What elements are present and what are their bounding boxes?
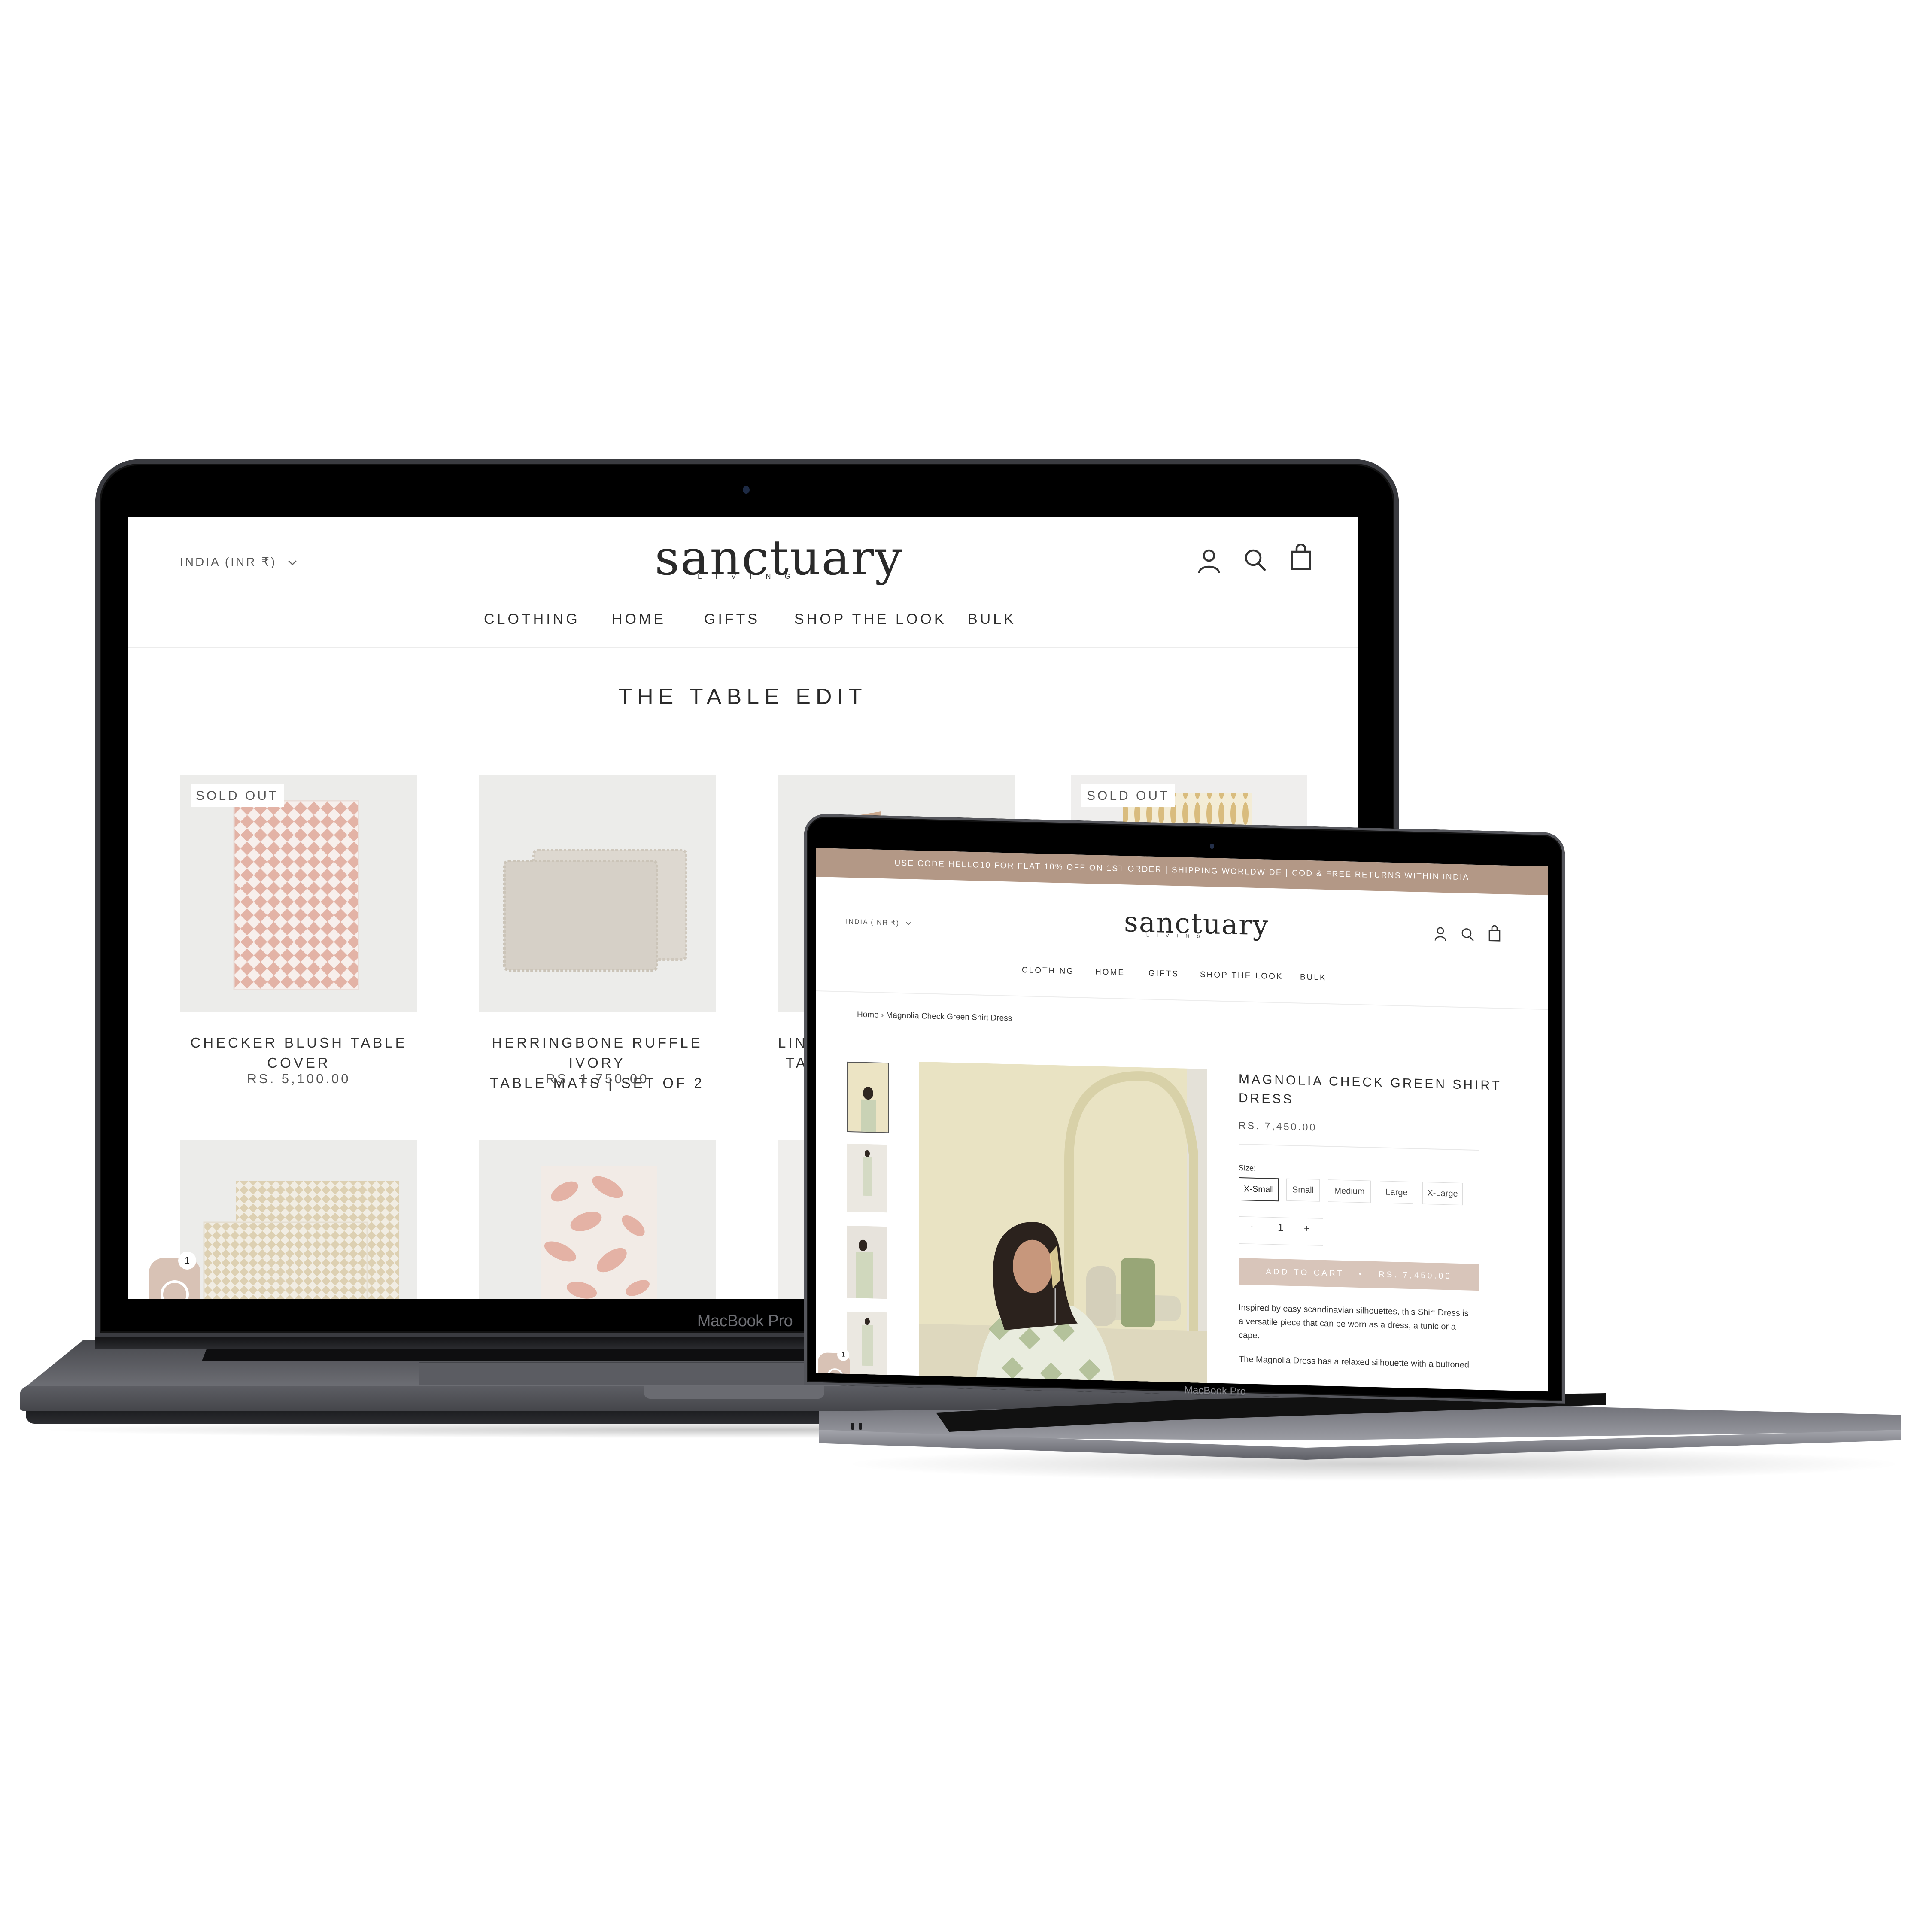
nav-home[interactable]: HOME <box>612 611 666 628</box>
chat-unread-count: 1 <box>837 1349 849 1361</box>
big-laptop-brand-label: MacBook Pro <box>697 1312 793 1330</box>
sold-out-badge: SOLD OUT <box>191 784 284 807</box>
quantity-stepper: − 1 + <box>1239 1216 1323 1246</box>
product-thumbnail[interactable] <box>847 1061 889 1133</box>
size-option-medium[interactable]: Medium <box>1328 1179 1371 1203</box>
product-thumbnail[interactable] <box>847 1225 887 1299</box>
quantity-increase-button[interactable]: + <box>1303 1223 1309 1235</box>
quantity-decrease-button[interactable]: − <box>1250 1221 1256 1233</box>
collection-title: THE TABLE EDIT <box>618 684 867 709</box>
thumbnail-image <box>847 1311 887 1381</box>
breadcrumb: Home › Magnolia Check Green Shirt Dress <box>857 1010 1012 1023</box>
ivory-ruffle-mats-image <box>503 849 687 972</box>
nav-gifts[interactable]: GIFTS <box>1148 969 1179 979</box>
big-laptop-trackpad <box>419 1362 848 1385</box>
currency-selector[interactable]: INDIA (INR ₹) <box>846 917 911 928</box>
cart-icon[interactable] <box>1290 543 1312 573</box>
product-price: RS. 1,750.00 <box>545 1071 649 1086</box>
price-divider <box>1239 1143 1479 1151</box>
currency-label: INDIA (INR ₹) <box>846 918 900 927</box>
model-photo <box>919 1062 1207 1392</box>
account-icon[interactable] <box>1434 926 1447 943</box>
currency-selector[interactable]: INDIA (INR ₹) <box>180 555 297 569</box>
small-laptop-camera <box>1210 844 1214 849</box>
nav-gifts[interactable]: GIFTS <box>704 611 760 628</box>
size-option-xsmall[interactable]: X-Small <box>1239 1177 1279 1202</box>
logo-tagline: LIVING <box>698 572 804 580</box>
currency-label: INDIA (INR ₹) <box>180 555 277 568</box>
product-main-image[interactable] <box>919 1062 1207 1392</box>
nav-shop-the-look[interactable]: SHOP THE LOOK <box>1200 970 1283 982</box>
description-paragraph: Inspired by easy scandinavian silhouette… <box>1239 1303 1469 1341</box>
size-option-xlarge[interactable]: X-Large <box>1422 1182 1463 1206</box>
product-card-image[interactable] <box>180 1140 417 1299</box>
thumbnail-image <box>847 1225 887 1299</box>
usb-c-ports <box>850 1421 863 1430</box>
breadcrumb-separator: › <box>881 1010 884 1020</box>
search-icon[interactable] <box>1461 927 1475 944</box>
product-page-screen: USE CODE HELLO10 FOR FLAT 10% OFF ON 1ST… <box>816 848 1548 1392</box>
big-laptop-notch <box>644 1386 824 1399</box>
header-divider <box>816 990 1548 1010</box>
thumbnail-image <box>847 1143 887 1213</box>
add-to-cart-button[interactable]: ADD TO CART • RS. 7,450.00 <box>1239 1258 1479 1291</box>
product-title[interactable]: CHECKER BLUSH TABLE COVER <box>172 1033 426 1073</box>
breadcrumb-home[interactable]: Home <box>857 1010 879 1019</box>
add-to-cart-price: RS. 7,450.00 <box>1378 1270 1452 1281</box>
chat-unread-count: 1 <box>178 1252 196 1270</box>
size-option-large[interactable]: Large <box>1380 1181 1413 1204</box>
product-card-image[interactable] <box>479 1140 716 1299</box>
pink-checker-tablecloth-image <box>233 800 359 990</box>
thumbnail-image <box>848 1062 888 1133</box>
product-thumbnail[interactable] <box>847 1143 887 1213</box>
product-title-line: CHECKER BLUSH TABLE <box>190 1035 407 1051</box>
nav-home[interactable]: HOME <box>1095 967 1125 978</box>
sold-out-badge: SOLD OUT <box>1081 784 1175 807</box>
header-divider <box>128 647 1358 648</box>
product-title-line: COVER <box>267 1055 331 1071</box>
product-price: RS. 5,100.00 <box>247 1071 351 1086</box>
chevron-down-icon <box>906 920 911 927</box>
cart-icon[interactable] <box>1488 925 1501 944</box>
add-to-cart-separator: • <box>1358 1270 1364 1279</box>
search-icon[interactable] <box>1244 547 1268 574</box>
add-to-cart-label: ADD TO CART <box>1266 1267 1344 1279</box>
product-card-image[interactable] <box>479 775 716 1012</box>
description-paragraph: The Magnolia Dress has a relaxed silhoue… <box>1239 1354 1469 1370</box>
account-icon[interactable] <box>1197 548 1221 576</box>
size-option-small[interactable]: Small <box>1286 1178 1320 1202</box>
beige-checker-mats-image <box>203 1181 399 1299</box>
big-laptop-camera <box>743 486 750 494</box>
nav-bulk[interactable]: BULK <box>1300 973 1327 983</box>
pink-leaf-print-image <box>541 1166 657 1299</box>
product-price: RS. 7,450.00 <box>1239 1119 1317 1133</box>
size-label: Size: <box>1239 1163 1256 1173</box>
product-description: Inspired by easy scandinavian silhouette… <box>1239 1301 1475 1372</box>
product-card-image[interactable]: SOLD OUT <box>180 775 417 1012</box>
nav-bulk[interactable]: BULK <box>968 611 1016 628</box>
nav-shop-the-look[interactable]: SHOP THE LOOK <box>794 611 947 628</box>
chevron-down-icon <box>288 555 297 569</box>
product-title: MAGNOLIA CHECK GREEN SHIRT DRESS <box>1239 1070 1502 1115</box>
product-thumbnail[interactable] <box>847 1311 887 1381</box>
nav-clothing[interactable]: CLOTHING <box>1022 966 1074 976</box>
quantity-value[interactable]: 1 <box>1278 1222 1283 1234</box>
nav-clothing[interactable]: CLOTHING <box>484 611 580 628</box>
product-title-line: HERRINGBONE RUFFLE IVORY <box>492 1035 703 1071</box>
breadcrumb-current: Magnolia Check Green Shirt Dress <box>886 1011 1012 1023</box>
